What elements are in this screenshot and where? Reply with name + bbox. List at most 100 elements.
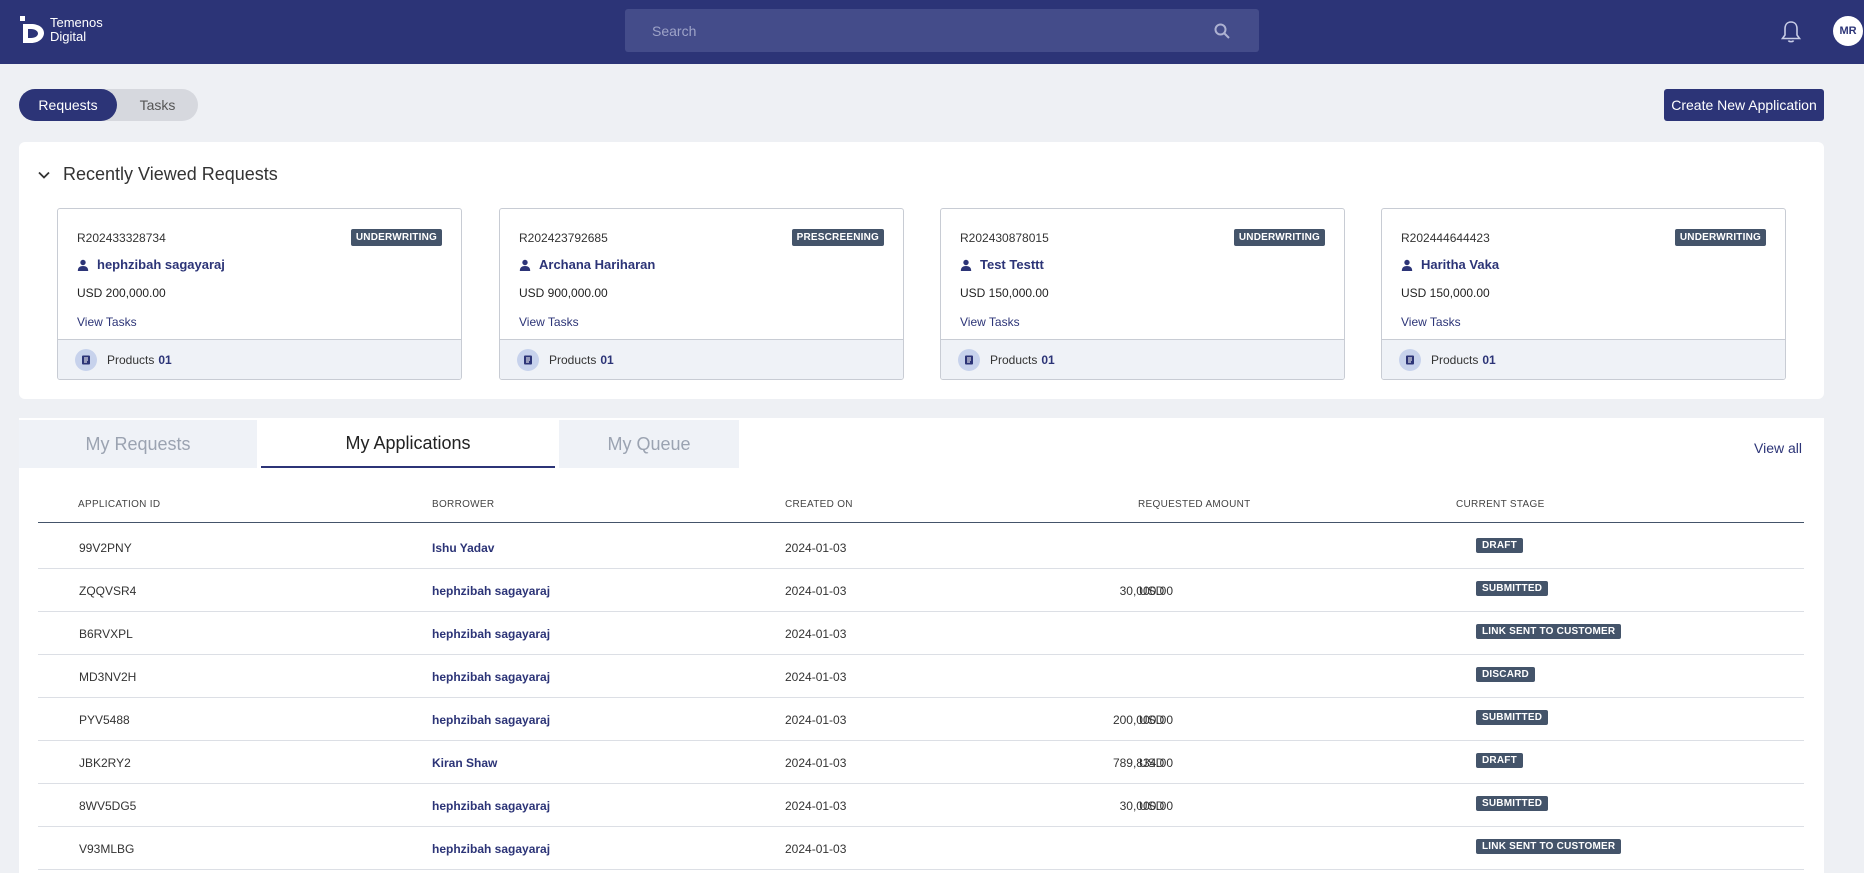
application-id[interactable]: 99V2PNY bbox=[79, 541, 132, 555]
borrower-link[interactable]: Kiran Shaw bbox=[432, 756, 497, 770]
borrower-name: Haritha Vaka bbox=[1421, 257, 1500, 272]
application-id[interactable]: 8WV5DG5 bbox=[79, 799, 136, 813]
person-icon bbox=[1401, 259, 1413, 271]
table-row[interactable]: V93MLBG hephzibah sagayaraj 2024-01-03 L… bbox=[38, 827, 1804, 870]
view-tasks-link[interactable]: View Tasks bbox=[960, 315, 1020, 329]
view-all-link[interactable]: View all bbox=[1754, 440, 1802, 456]
recently-viewed-title: Recently Viewed Requests bbox=[63, 164, 278, 184]
borrower-link[interactable]: hephzibah sagayaraj bbox=[432, 584, 550, 598]
application-id[interactable]: MD3NV2H bbox=[79, 670, 136, 684]
request-id: R202430878015 bbox=[960, 231, 1049, 245]
person-icon bbox=[519, 259, 531, 271]
products-footer: Products 01 bbox=[941, 339, 1344, 379]
tab-my-queue[interactable]: My Queue bbox=[559, 420, 739, 468]
brand-logo[interactable]: Temenos Digital bbox=[20, 16, 103, 44]
stage-badge: LINK SENT TO CUSTOMER bbox=[1476, 624, 1622, 639]
view-tasks-link[interactable]: View Tasks bbox=[519, 315, 579, 329]
table-row[interactable]: ZQQVSR4 hephzibah sagayaraj 2024-01-03 U… bbox=[38, 569, 1804, 612]
application-id[interactable]: PYV5488 bbox=[79, 713, 130, 727]
brand-name-line2: Digital bbox=[50, 29, 87, 44]
table-row[interactable]: 8WV5DG5 hephzibah sagayaraj 2024-01-03 U… bbox=[38, 784, 1804, 827]
person-icon bbox=[77, 259, 89, 271]
borrower-name: Test Testtt bbox=[980, 257, 1044, 272]
borrower-link[interactable]: hephzibah sagayaraj bbox=[432, 799, 550, 813]
borrower-link[interactable]: hephzibah sagayaraj bbox=[432, 627, 550, 641]
toggle-requests[interactable]: Requests bbox=[19, 89, 117, 121]
products-count: 01 bbox=[158, 352, 172, 367]
request-card[interactable]: R202430878015 UNDERWRITING Test Testtt U… bbox=[940, 208, 1345, 380]
application-id[interactable]: V93MLBG bbox=[79, 842, 134, 856]
request-amount: USD 900,000.00 bbox=[519, 286, 608, 300]
table-row[interactable]: PYV5488 hephzibah sagayaraj 2024-01-03 U… bbox=[38, 698, 1804, 741]
stage-badge: PRESCREENING bbox=[791, 229, 884, 246]
toggle-tasks[interactable]: Tasks bbox=[117, 89, 198, 121]
requested-amount: 30,000.00 bbox=[1119, 584, 1173, 598]
application-id[interactable]: JBK2RY2 bbox=[79, 756, 131, 770]
request-amount: USD 150,000.00 bbox=[1401, 286, 1490, 300]
top-navigation-bar: Temenos Digital MR bbox=[0, 0, 1864, 64]
search-icon[interactable] bbox=[1213, 22, 1231, 40]
table-row[interactable]: JBK2RY2 Kiran Shaw 2024-01-03 USD 789,83… bbox=[38, 741, 1804, 784]
request-id: R202423792685 bbox=[519, 231, 608, 245]
notification-bell-icon[interactable] bbox=[1778, 19, 1804, 45]
tab-my-requests[interactable]: My Requests bbox=[19, 420, 257, 468]
document-icon bbox=[517, 348, 539, 371]
view-tasks-link[interactable]: View Tasks bbox=[77, 315, 137, 329]
view-tasks-link[interactable]: View Tasks bbox=[1401, 315, 1461, 329]
request-card[interactable]: R202444644423 UNDERWRITING Haritha Vaka … bbox=[1381, 208, 1786, 380]
person-icon bbox=[960, 259, 972, 271]
products-footer: Products 01 bbox=[58, 339, 461, 379]
column-header[interactable]: CURRENT STAGE bbox=[1456, 499, 1545, 510]
borrower-link[interactable]: hephzibah sagayaraj bbox=[432, 713, 550, 727]
borrower-link[interactable]: Haritha Vaka bbox=[1401, 257, 1499, 272]
requested-amount: 200,000.00 bbox=[1112, 713, 1173, 727]
borrower-link[interactable]: hephzibah sagayaraj bbox=[432, 670, 550, 684]
applications-panel: My Requests My Applications My Queue Vie… bbox=[19, 418, 1824, 873]
table-row[interactable]: MD3NV2H hephzibah sagayaraj 2024-01-03 D… bbox=[38, 655, 1804, 698]
stage-badge: SUBMITTED bbox=[1476, 796, 1549, 811]
products-footer: Products 01 bbox=[500, 339, 903, 379]
table-row[interactable]: B6RVXPL hephzibah sagayaraj 2024-01-03 L… bbox=[38, 612, 1804, 655]
borrower-name: Archana Hariharan bbox=[539, 257, 656, 272]
stage-badge: LINK SENT TO CUSTOMER bbox=[1476, 839, 1622, 854]
column-header[interactable]: CREATED ON bbox=[785, 499, 853, 510]
search-input[interactable] bbox=[625, 9, 1259, 52]
stage-badge: SUBMITTED bbox=[1476, 710, 1549, 725]
request-card[interactable]: R202433328734 UNDERWRITING hephzibah sag… bbox=[57, 208, 462, 380]
request-id: R202433328734 bbox=[77, 231, 166, 245]
temenos-logo-icon bbox=[20, 16, 46, 44]
request-id: R202444644423 bbox=[1401, 231, 1490, 245]
chevron-down-icon[interactable] bbox=[37, 168, 51, 182]
table-row[interactable]: 99V2PNY Ishu Yadav 2024-01-03 DRAFT bbox=[38, 526, 1804, 569]
created-date: 2024-01-03 bbox=[785, 713, 847, 727]
brand-name-line1: Temenos bbox=[50, 15, 103, 30]
table-header: APPLICATION ID BORROWER CREATED ON REQUE… bbox=[38, 493, 1804, 523]
borrower-link[interactable]: hephzibah sagayaraj bbox=[77, 257, 225, 272]
request-card[interactable]: R202423792685 PRESCREENING Archana Harih… bbox=[499, 208, 904, 380]
tab-my-applications[interactable]: My Applications bbox=[261, 420, 555, 468]
tab-bar: My Requests My Applications My Queue bbox=[19, 420, 739, 468]
user-avatar[interactable]: MR bbox=[1833, 16, 1863, 46]
borrower-link[interactable]: hephzibah sagayaraj bbox=[432, 842, 550, 856]
borrower-link[interactable]: Archana Hariharan bbox=[519, 257, 655, 272]
document-icon bbox=[75, 348, 97, 371]
stage-badge: DISCARD bbox=[1476, 667, 1535, 682]
stage-badge: UNDERWRITING bbox=[350, 229, 442, 246]
borrower-link[interactable]: Test Testtt bbox=[960, 257, 1044, 272]
column-header[interactable]: BORROWER bbox=[432, 499, 494, 510]
products-label: Products bbox=[107, 352, 155, 367]
create-new-application-button[interactable]: Create New Application bbox=[1664, 89, 1824, 121]
created-date: 2024-01-03 bbox=[785, 584, 847, 598]
borrower-link[interactable]: Ishu Yadav bbox=[432, 541, 494, 555]
products-count: 01 bbox=[600, 352, 614, 367]
requests-tasks-toggle: Requests Tasks bbox=[19, 89, 198, 121]
created-date: 2024-01-03 bbox=[785, 756, 847, 770]
application-id[interactable]: ZQQVSR4 bbox=[79, 584, 136, 598]
application-id[interactable]: B6RVXPL bbox=[79, 627, 133, 641]
column-header[interactable]: REQUESTED AMOUNT bbox=[1138, 499, 1251, 510]
products-label: Products bbox=[549, 352, 597, 367]
recently-viewed-panel: Recently Viewed Requests R202433328734 U… bbox=[19, 142, 1824, 399]
products-count: 01 bbox=[1041, 352, 1055, 367]
borrower-name: hephzibah sagayaraj bbox=[97, 257, 225, 272]
column-header[interactable]: APPLICATION ID bbox=[78, 499, 160, 510]
